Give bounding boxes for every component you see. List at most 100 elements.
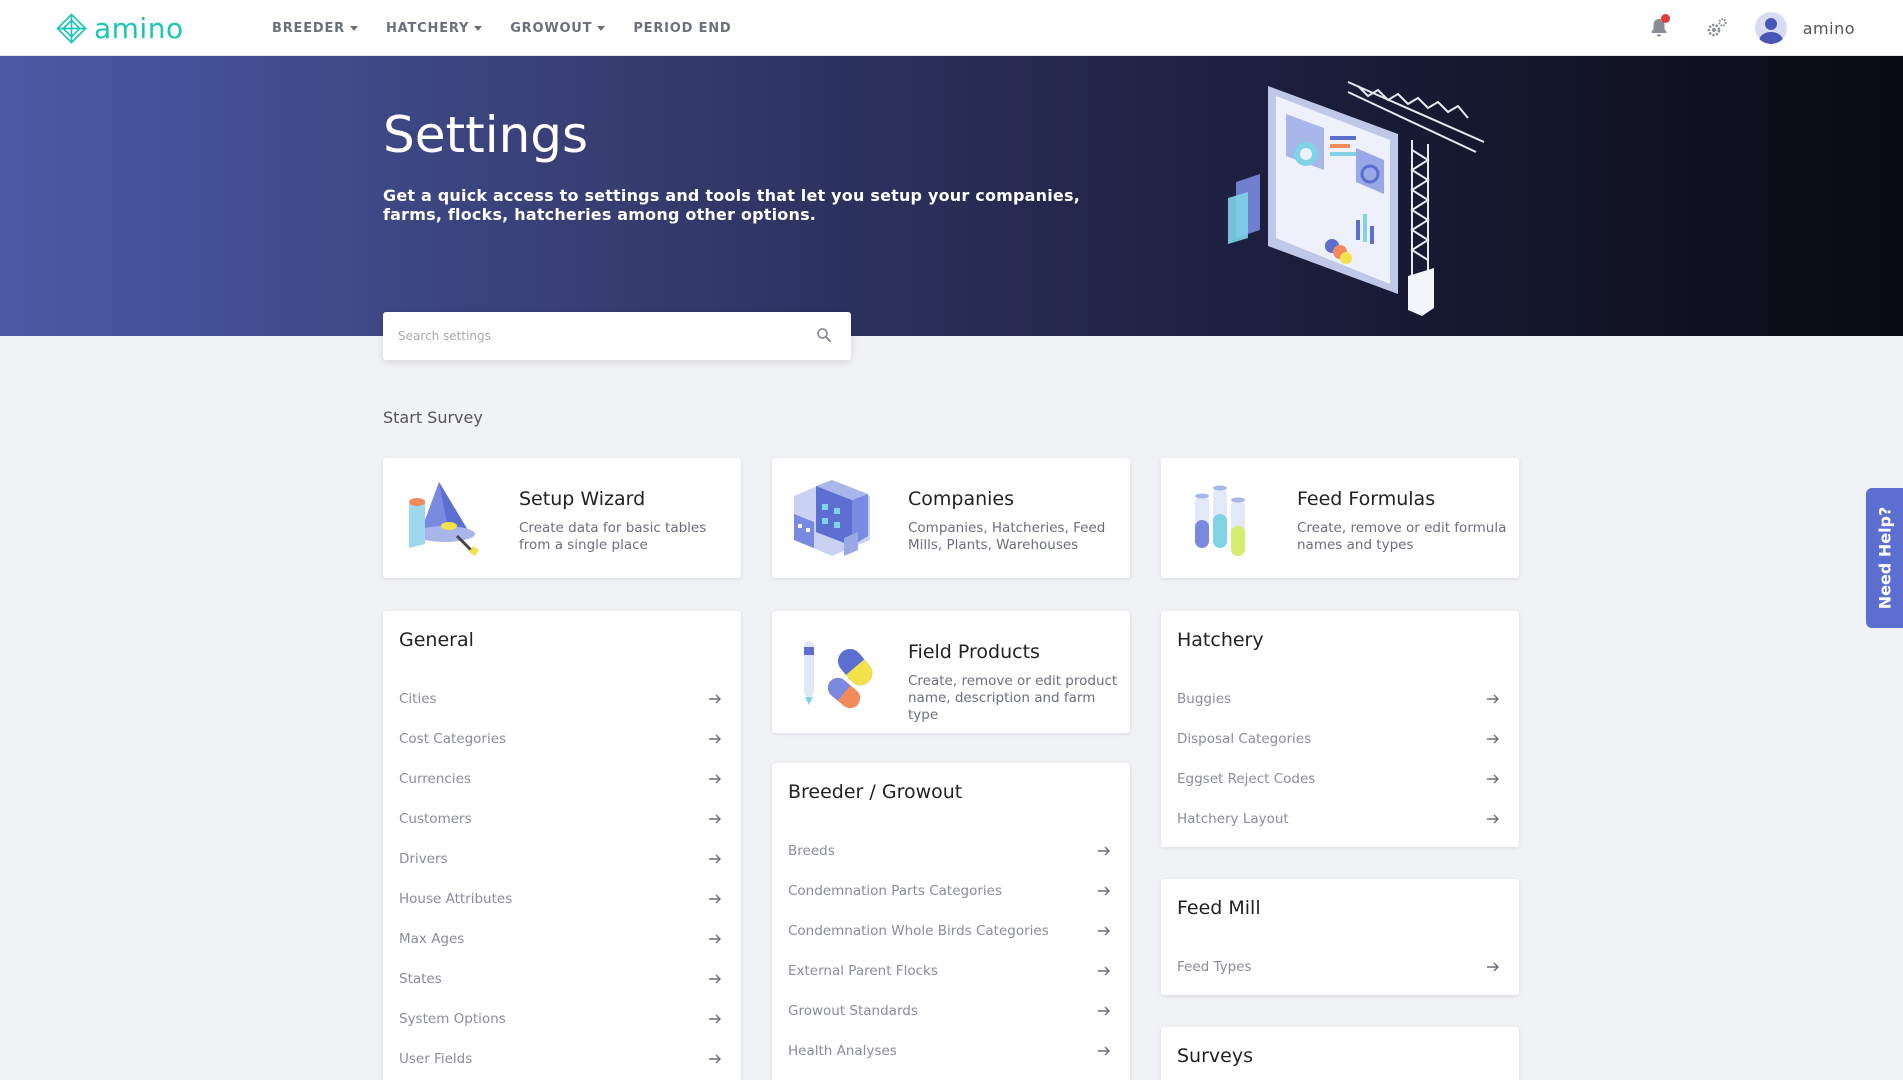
user-avatar-icon[interactable] <box>1754 12 1787 44</box>
list-item[interactable]: Health Analyses <box>788 1031 1114 1071</box>
item-label: Breeds <box>788 843 835 859</box>
list-item[interactable]: Cities <box>399 679 725 719</box>
user-name[interactable]: amino <box>1803 19 1855 38</box>
list-item[interactable]: Currencies <box>399 759 725 799</box>
page-title: Settings <box>383 106 589 164</box>
amino-logo[interactable]: amino <box>55 10 184 46</box>
arrow-right-icon <box>1098 1046 1110 1056</box>
hatchery-card: Hatchery Buggies Disposal Categories Egg… <box>1161 611 1519 847</box>
item-label: States <box>399 971 442 987</box>
item-label: System Options <box>399 1011 506 1027</box>
search-icon[interactable] <box>815 326 833 344</box>
nav-label: GROWOUT <box>510 20 593 36</box>
card-description: Create, remove or edit formula names and… <box>1297 520 1507 553</box>
list-item[interactable]: External Parent Flocks <box>788 951 1114 991</box>
list-item[interactable]: House Attributes <box>399 879 725 919</box>
nav-growout[interactable]: GROWOUT <box>510 20 606 36</box>
card-title: Companies <box>908 488 1015 510</box>
field-products-card[interactable]: Field Products Create, remove or edit pr… <box>772 611 1130 733</box>
need-help-button[interactable]: Need Help? <box>1866 488 1903 628</box>
notifications-button[interactable] <box>1647 14 1671 40</box>
wizard-hat-icon <box>409 482 479 556</box>
card-title: Breeder / Growout <box>788 781 963 803</box>
item-label: Drivers <box>399 851 448 867</box>
user-area: amino <box>1647 0 1855 56</box>
list-item[interactable]: Disposal Categories <box>1177 719 1503 759</box>
list-item[interactable]: System Options <box>399 999 725 1039</box>
test-tubes-icon <box>1195 485 1245 556</box>
list-item[interactable]: Growout Standards <box>788 991 1114 1031</box>
arrow-right-icon <box>709 1014 721 1024</box>
item-label: External Parent Flocks <box>788 963 938 979</box>
list-item[interactable]: Hatchery Layout <box>1177 799 1503 839</box>
caret-down-icon <box>474 25 483 31</box>
arrow-right-icon <box>709 734 721 744</box>
arrow-right-icon <box>1098 1006 1110 1016</box>
arrow-right-icon <box>1098 886 1110 896</box>
arrow-right-icon <box>1487 774 1499 784</box>
list-item[interactable]: Cost Categories <box>399 719 725 759</box>
arrow-right-icon <box>1487 694 1499 704</box>
notification-dot <box>1660 14 1670 23</box>
dashboard-illustration <box>1228 81 1485 316</box>
arrow-right-icon <box>709 894 721 904</box>
arrow-right-icon <box>709 854 721 864</box>
general-card: General Cities Cost Categories Currencie… <box>383 611 741 1080</box>
item-label: Buggies <box>1177 691 1232 707</box>
card-description: Create, remove or edit product name, des… <box>908 673 1118 723</box>
list-item[interactable]: States <box>399 959 725 999</box>
arrow-right-icon <box>1098 966 1110 976</box>
search-input[interactable] <box>383 312 783 360</box>
list-item[interactable]: Condemnation Parts Categories <box>788 871 1114 911</box>
caret-down-icon <box>597 25 606 31</box>
brand-name: amino <box>94 11 184 45</box>
card-title: Surveys <box>1177 1045 1253 1067</box>
buildings-icon <box>794 480 870 556</box>
nav-period-end[interactable]: PERIOD END <box>633 21 731 36</box>
pills-icon <box>804 641 873 709</box>
companies-card[interactable]: Companies Companies, Hatcheries, Feed Mi… <box>772 458 1130 578</box>
item-label: Customers <box>399 811 472 827</box>
feed-formulas-card[interactable]: Feed Formulas Create, remove or edit for… <box>1161 458 1519 578</box>
card-title: Setup Wizard <box>519 488 646 510</box>
item-label: Currencies <box>399 771 471 787</box>
list-item[interactable]: Customers <box>399 799 725 839</box>
settings-search <box>383 312 851 360</box>
list-item[interactable]: Drivers <box>399 839 725 879</box>
card-description: Companies, Hatcheries, Feed Mills, Plant… <box>908 520 1106 553</box>
list-item[interactable]: User Fields <box>399 1039 725 1079</box>
item-label: Eggset Reject Codes <box>1177 771 1316 787</box>
hatchery-list: Buggies Disposal Categories Eggset Rejec… <box>1177 679 1503 839</box>
item-label: Cost Categories <box>399 731 507 747</box>
card-description: Create data for basic tables from a sing… <box>519 520 707 553</box>
arrow-right-icon <box>709 974 721 984</box>
avatar-body <box>1758 32 1783 44</box>
card-title: Feed Formulas <box>1297 488 1436 510</box>
arrow-right-icon <box>1098 846 1110 856</box>
card-title: General <box>399 629 474 651</box>
arrow-right-icon <box>1098 926 1110 936</box>
list-item[interactable]: Breeds <box>788 831 1114 871</box>
nav-breeder[interactable]: BREEDER <box>272 21 358 36</box>
arrow-right-icon <box>1487 814 1499 824</box>
feed-mill-card: Feed Mill Feed Types <box>1161 879 1519 995</box>
general-list: Cities Cost Categories Currencies Custom… <box>399 679 725 1079</box>
item-label: Condemnation Parts Categories <box>788 883 1002 899</box>
item-label: Health Analyses <box>788 1043 897 1059</box>
item-label: Cities <box>399 691 437 707</box>
nav-hatchery[interactable]: HATCHERY <box>386 21 483 36</box>
list-item[interactable]: Max Ages <box>399 919 725 959</box>
list-item[interactable]: Condemnation Whole Birds Categories <box>788 911 1114 951</box>
avatar-head <box>1764 18 1777 30</box>
hero-banner: Settings Get a quick access to settings … <box>0 56 1903 336</box>
list-item[interactable]: Buggies <box>1177 679 1503 719</box>
item-label: Condemnation Whole Birds Categories <box>788 923 1049 939</box>
card-title: Field Products <box>908 641 1040 663</box>
item-label: User Fields <box>399 1051 473 1067</box>
setup-wizard-card[interactable]: Setup Wizard Create data for basic table… <box>383 458 741 578</box>
breeder-growout-list: Breeds Condemnation Parts Categories Con… <box>788 831 1114 1071</box>
list-item[interactable]: Feed Types <box>1177 947 1503 987</box>
settings-button[interactable] <box>1705 16 1729 40</box>
main-nav: BREEDER HATCHERY GROWOUT PERIOD END <box>272 0 732 56</box>
list-item[interactable]: Eggset Reject Codes <box>1177 759 1503 799</box>
